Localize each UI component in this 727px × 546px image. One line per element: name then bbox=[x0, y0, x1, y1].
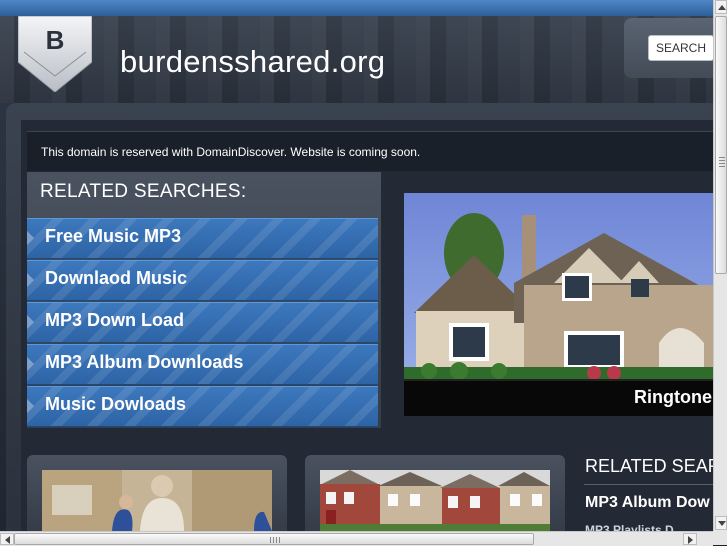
scroll-down-button[interactable] bbox=[715, 516, 727, 530]
logo-letter: B bbox=[46, 25, 65, 55]
related-search-item[interactable]: MP3 Album Downloads bbox=[27, 344, 378, 385]
arrow-right-icon bbox=[27, 231, 34, 245]
arrow-right-icon bbox=[27, 315, 34, 329]
arrow-right-icon bbox=[27, 357, 34, 371]
grip-icon bbox=[719, 157, 725, 167]
divider bbox=[584, 484, 713, 485]
related-search-right-item[interactable]: MP3 Album Dow bbox=[585, 494, 710, 512]
related-search-label[interactable]: MP3 Album Downloads bbox=[45, 352, 243, 373]
scroll-right-icon bbox=[688, 536, 693, 544]
domain-notice: This domain is reserved with DomainDisco… bbox=[27, 131, 713, 171]
related-searches-right-title: RELATED SEAR bbox=[585, 456, 721, 476]
scroll-up-icon bbox=[718, 5, 726, 10]
related-search-item[interactable]: Free Music MP3 bbox=[27, 218, 378, 259]
people-illustration bbox=[42, 470, 272, 531]
horizontal-scroll-thumb[interactable] bbox=[14, 533, 534, 545]
related-searches-title: RELATED SEARCHES: bbox=[40, 181, 247, 202]
thumbnail-image[interactable] bbox=[320, 470, 550, 531]
townhouses-illustration bbox=[320, 470, 550, 531]
arrow-right-icon bbox=[27, 399, 34, 413]
related-search-label[interactable]: Downlaod Music bbox=[45, 268, 187, 289]
scrollbar-corner bbox=[713, 531, 727, 545]
top-bar bbox=[0, 0, 713, 17]
scroll-left-icon bbox=[5, 536, 10, 544]
related-search-label[interactable]: Music Dowloads bbox=[45, 394, 186, 415]
grip-icon bbox=[270, 537, 282, 543]
related-search-item[interactable]: MP3 Down Load bbox=[27, 302, 378, 343]
scroll-left-button[interactable] bbox=[0, 533, 14, 545]
related-search-label[interactable]: MP3 Down Load bbox=[45, 310, 184, 331]
shield-logo-icon[interactable]: B bbox=[18, 16, 92, 92]
thumbnail-image[interactable] bbox=[42, 470, 272, 531]
search-button[interactable]: SEARCH bbox=[648, 35, 714, 61]
scroll-right-button[interactable] bbox=[683, 533, 697, 545]
related-search-label[interactable]: Free Music MP3 bbox=[45, 226, 181, 247]
site-name[interactable]: burdensshared.org bbox=[120, 44, 385, 80]
vertical-scroll-thumb[interactable] bbox=[715, 16, 727, 274]
scroll-up-button[interactable] bbox=[715, 0, 727, 14]
scroll-down-icon bbox=[718, 521, 726, 526]
vertical-scrollbar[interactable] bbox=[713, 0, 727, 531]
site-header: B burdensshared.org bbox=[0, 16, 713, 103]
related-search-item[interactable]: Music Dowloads bbox=[27, 386, 378, 427]
related-search-item[interactable]: Downlaod Music bbox=[27, 260, 378, 301]
notice-text: This domain is reserved with DomainDisco… bbox=[41, 145, 421, 159]
feature-caption[interactable]: Ringtone bbox=[634, 387, 712, 408]
arrow-right-icon bbox=[27, 273, 34, 287]
horizontal-scrollbar[interactable] bbox=[0, 531, 713, 546]
